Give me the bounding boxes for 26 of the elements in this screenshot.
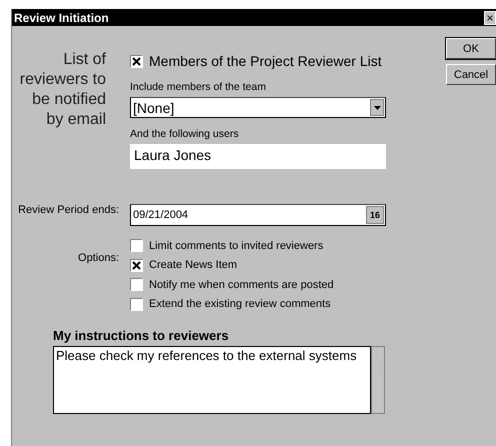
instructions-label: My instructions to reviewers [53, 328, 230, 343]
window-title: Review Initiation [14, 10, 109, 24]
checkbox-label: Notify me when comments are posted [149, 278, 334, 291]
checkbox-label: Create News Item [149, 259, 238, 272]
close-button[interactable]: × [484, 10, 496, 24]
ok-button[interactable]: OK [446, 38, 496, 59]
checkbox[interactable] [130, 258, 143, 272]
checkbox[interactable] [130, 239, 143, 252]
checkbox-label: Members of the Project Reviewer List [149, 53, 382, 69]
calendar-button[interactable]: 16 [366, 206, 384, 224]
checkbox[interactable] [130, 278, 143, 292]
team-label: Include members of the team [130, 81, 267, 93]
users-label: And the following users [130, 128, 240, 140]
recipients-label: List of reviewers to be notified by email [18, 50, 106, 130]
review-period-label: Review Period ends: [17, 204, 119, 217]
scroll-bar[interactable] [371, 346, 385, 414]
team-dropdown[interactable]: [None] [130, 97, 386, 118]
options-label: Options: [77, 252, 119, 266]
checkbox[interactable] [130, 54, 143, 68]
users-field[interactable]: Laura Jones [130, 144, 386, 169]
checkbox[interactable] [130, 298, 143, 311]
checkbox-label: Extend the existing review comments [149, 298, 331, 310]
checkbox-label: Limit comments to invited reviewers [149, 240, 324, 252]
cancel-button[interactable]: Cancel [446, 64, 496, 85]
instructions-field[interactable]: Please check my references to the external systems [53, 346, 371, 414]
date-field[interactable]: 09/21/2004 16 [130, 204, 386, 226]
